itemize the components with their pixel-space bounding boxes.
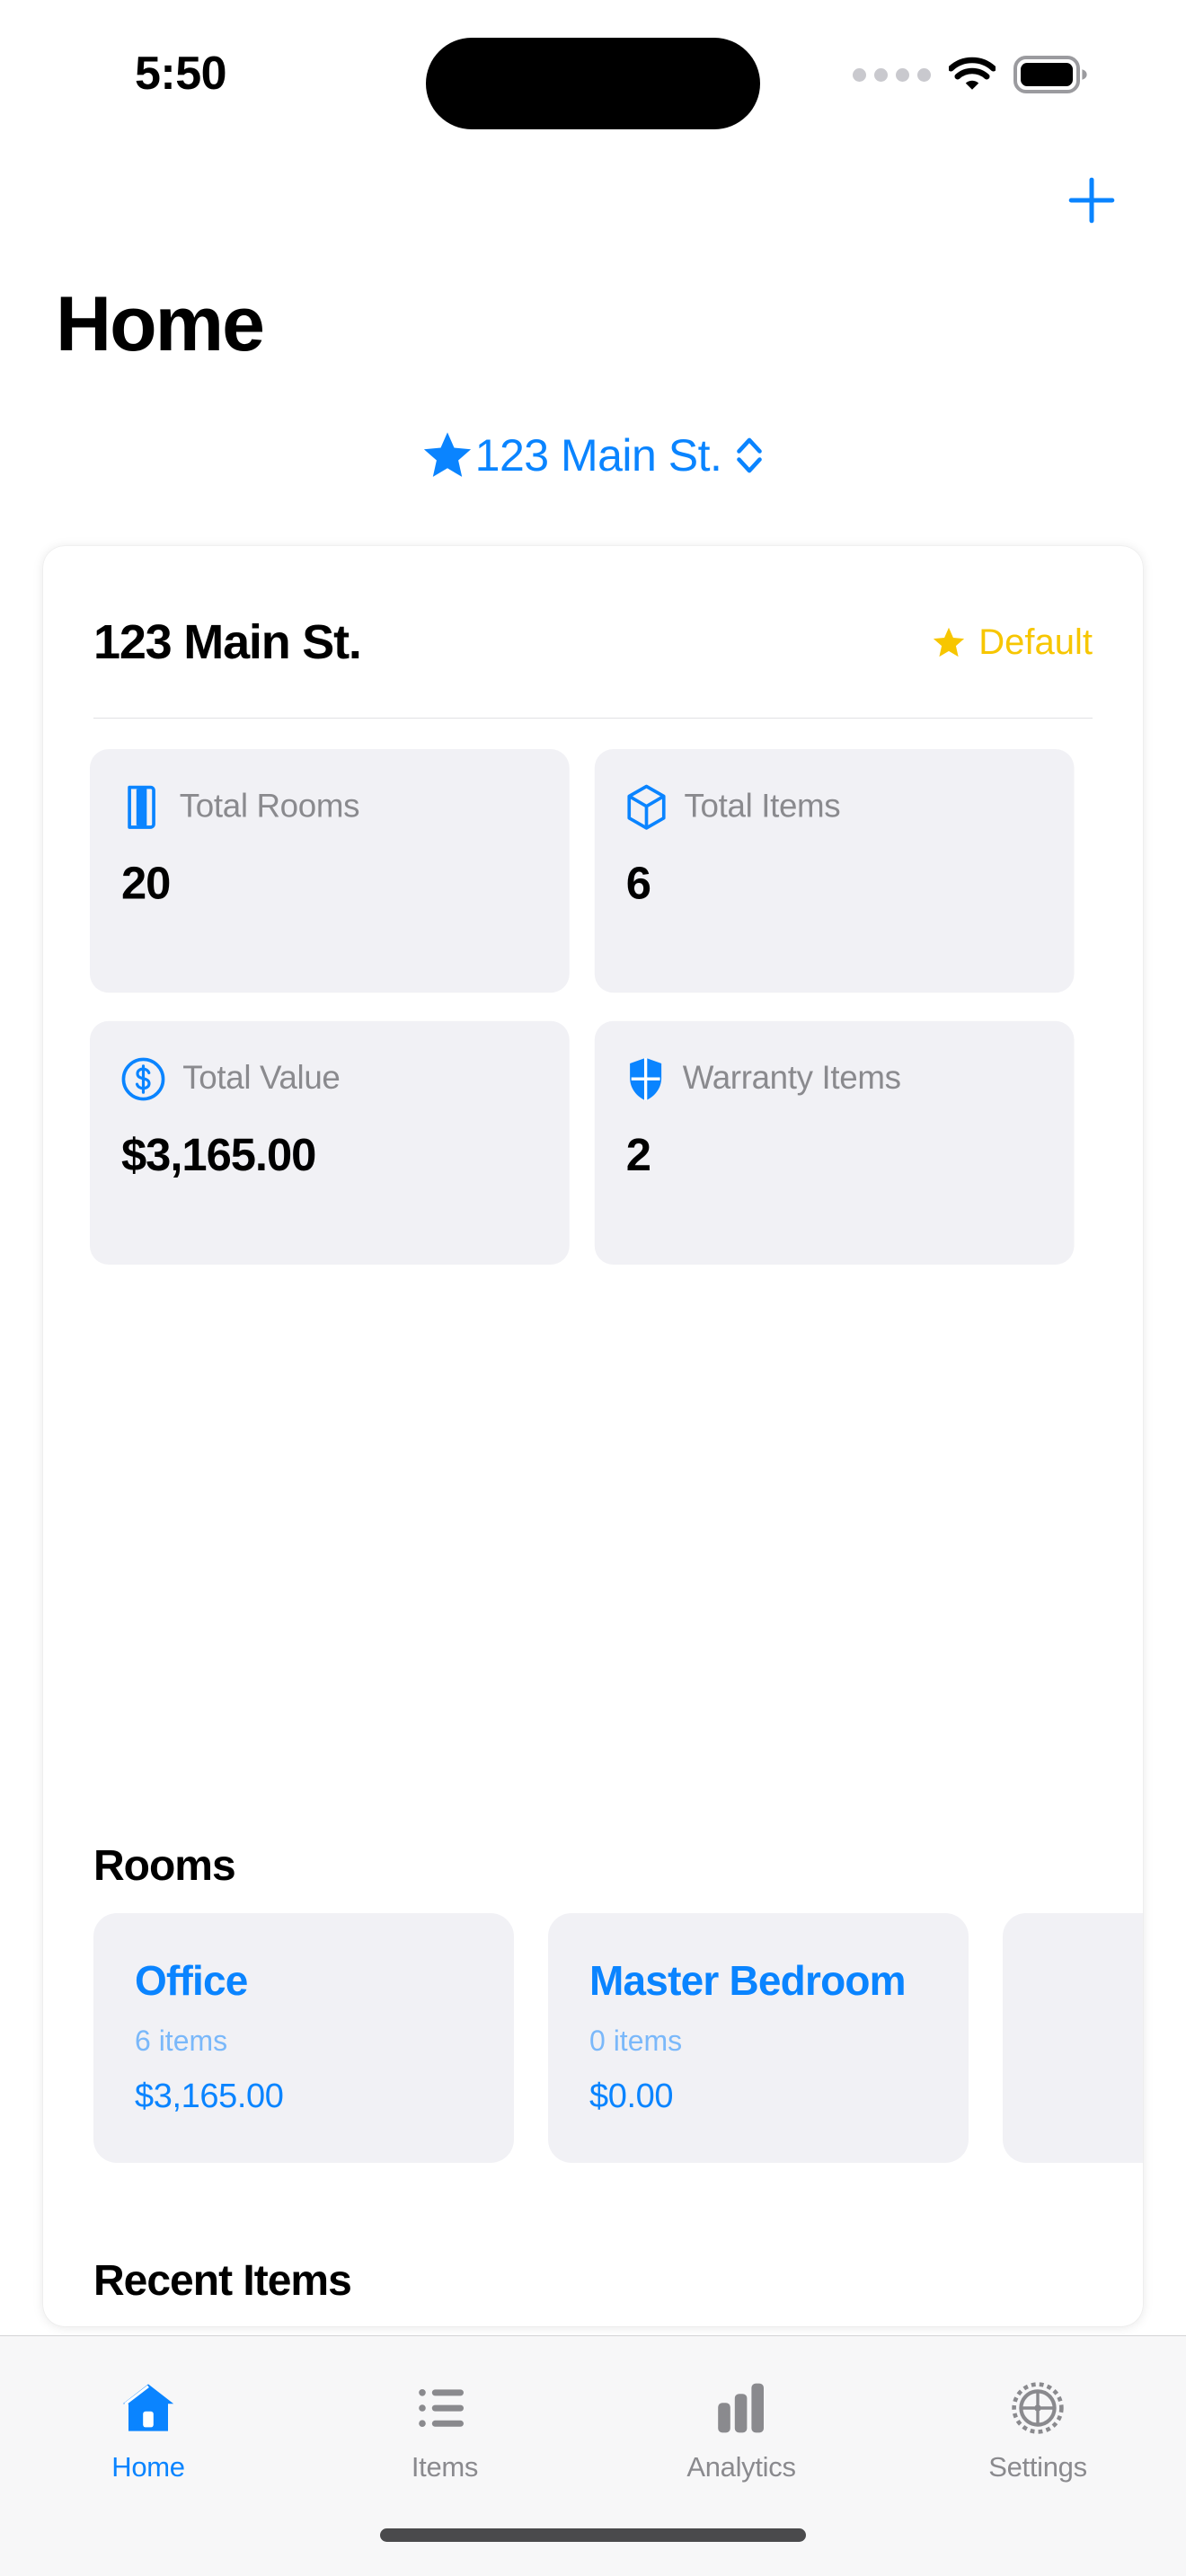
card-divider bbox=[93, 718, 1093, 719]
bar-chart-icon bbox=[717, 2376, 766, 2440]
tab-label: Settings bbox=[988, 2451, 1087, 2483]
tab-analytics[interactable]: Analytics bbox=[593, 2336, 890, 2507]
navigation-bar bbox=[0, 160, 1186, 259]
home-card-address: 123 Main St. bbox=[93, 615, 362, 669]
stat-card-total-value[interactable]: Total Value $3,165.00 bbox=[90, 1020, 570, 1265]
stat-value: 2 bbox=[625, 1131, 651, 1182]
tab-home[interactable]: Home bbox=[0, 2336, 296, 2507]
home-indicator bbox=[380, 2528, 806, 2542]
rooms-carousel[interactable]: Office 6 items $3,165.00 Master Bedroom … bbox=[93, 1913, 1143, 2163]
add-button[interactable] bbox=[1051, 160, 1132, 241]
battery-full-icon bbox=[1013, 56, 1089, 93]
status-bar-time: 5:50 bbox=[135, 48, 227, 100]
page-title: Home bbox=[56, 281, 265, 367]
stat-label: Total Items bbox=[684, 788, 841, 825]
cellular-dots-icon bbox=[853, 67, 931, 82]
tab-bar: Home Items Analytics Settings bbox=[0, 2335, 1186, 2576]
stat-label: Warranty Items bbox=[682, 1060, 901, 1097]
door-icon bbox=[121, 784, 163, 832]
home-card-header: 123 Main St. Default bbox=[93, 595, 1093, 690]
stat-card-total-rooms[interactable]: Total Rooms 20 bbox=[90, 749, 570, 993]
star-fill-icon bbox=[932, 626, 966, 659]
dynamic-island bbox=[426, 38, 760, 129]
stat-value: 6 bbox=[625, 859, 651, 910]
room-name: Master Bedroom bbox=[589, 1957, 907, 2004]
stat-label: Total Rooms bbox=[179, 788, 360, 825]
room-name: Office bbox=[135, 1957, 248, 2004]
default-badge: Default bbox=[932, 622, 1093, 663]
phone-screen: 5:50 Home 123 Main St. 123 Main St. Defa… bbox=[0, 0, 1186, 2576]
rooms-section-title: Rooms bbox=[93, 1842, 236, 1890]
home-summary-card: 123 Main St. Default Total Rooms 20 Tota… bbox=[43, 546, 1143, 2326]
stat-card-total-items[interactable]: Total Items 6 bbox=[594, 749, 1075, 993]
dollar-circle-icon bbox=[121, 1057, 165, 1101]
tab-label: Analytics bbox=[686, 2451, 796, 2483]
tab-label: Home bbox=[111, 2451, 185, 2483]
stat-label: Total Value bbox=[182, 1060, 341, 1097]
room-item-count: 0 items bbox=[589, 2025, 683, 2057]
stats-grid: Total Rooms 20 Total Items 6 Total Value… bbox=[90, 749, 1143, 1265]
room-card-master-bedroom[interactable]: Master Bedroom 0 items $0.00 bbox=[548, 1913, 969, 2163]
home-selector-button[interactable]: 123 Main St. bbox=[0, 429, 1186, 481]
plus-icon bbox=[1067, 175, 1117, 225]
house-fill-icon bbox=[119, 2376, 178, 2440]
home-selector-address: 123 Main St. bbox=[474, 430, 722, 481]
shield-icon bbox=[626, 1055, 666, 1103]
tab-items[interactable]: Items bbox=[296, 2336, 593, 2507]
room-value: $0.00 bbox=[589, 2078, 674, 2115]
tab-label: Items bbox=[411, 2451, 479, 2483]
list-bullet-icon bbox=[417, 2376, 473, 2440]
status-bar: 5:50 bbox=[0, 0, 1186, 144]
room-item-count: 6 items bbox=[135, 2025, 228, 2057]
stat-value: $3,165.00 bbox=[121, 1131, 316, 1182]
stat-card-warranty-items[interactable]: Warranty Items 2 bbox=[594, 1020, 1075, 1265]
stat-value: 20 bbox=[121, 859, 171, 910]
tab-settings[interactable]: Settings bbox=[890, 2336, 1186, 2507]
wifi-icon bbox=[949, 57, 996, 93]
gear-icon bbox=[1011, 2376, 1065, 2440]
recent-items-section-title: Recent Items bbox=[93, 2257, 352, 2305]
cube-icon bbox=[626, 784, 668, 832]
room-card-partial[interactable] bbox=[1003, 1913, 1143, 2163]
room-value: $3,165.00 bbox=[135, 2078, 284, 2115]
star-fill-icon bbox=[421, 430, 474, 481]
default-badge-label: Default bbox=[978, 622, 1093, 662]
chevron-up-down-icon bbox=[721, 435, 765, 476]
room-card-office[interactable]: Office 6 items $3,165.00 bbox=[93, 1913, 514, 2163]
status-bar-indicators bbox=[853, 56, 1089, 93]
